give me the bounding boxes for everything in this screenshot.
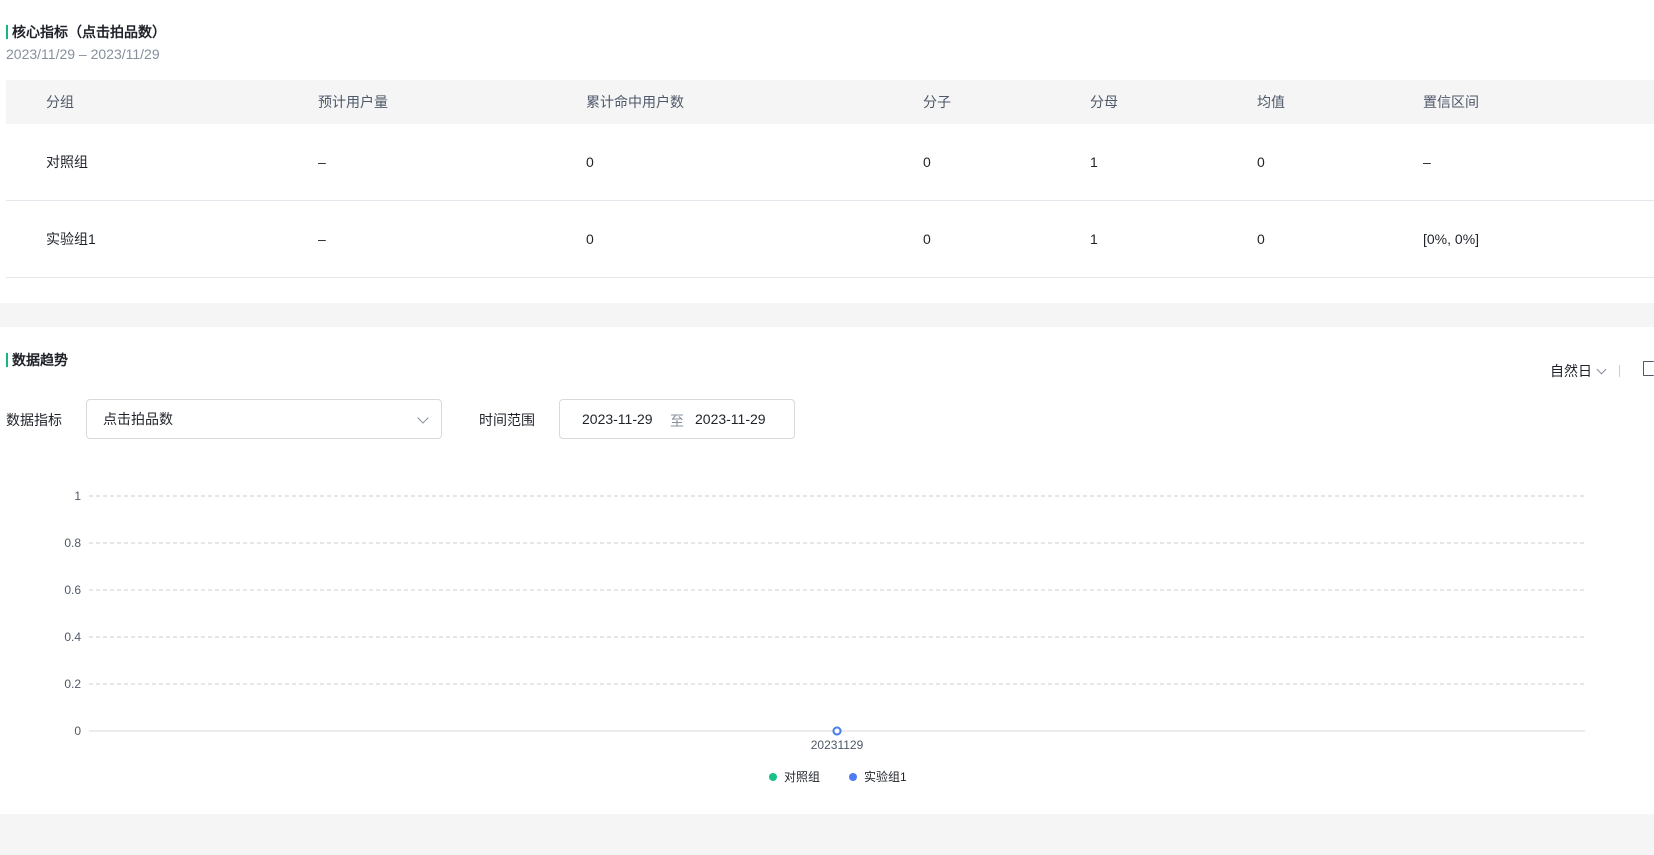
cell-numerator: 0: [923, 231, 931, 247]
range-separator: 至: [670, 413, 684, 429]
cell-confidence-interval: –: [1423, 154, 1431, 170]
date-range-picker[interactable]: 2023-11-29 至 2023-11-29: [559, 399, 795, 439]
experiment-report-page: 核心指标（点击拍品数） 2023/11/29 – 2023/11/29 分组 预…: [0, 0, 1654, 855]
cell-confidence-interval: [0%, 0%]: [1423, 231, 1480, 247]
column-header-denominator: 分母: [1090, 94, 1118, 110]
cell-mean: 0: [1257, 154, 1265, 170]
metric-filter-label: 数据指标: [6, 412, 62, 428]
cell-mean: 0: [1257, 231, 1265, 247]
column-header-expected-users: 预计用户量: [318, 94, 388, 110]
cell-expected-users: –: [318, 231, 326, 247]
export-icon[interactable]: [1643, 361, 1654, 376]
trend-line-chart: 1 0.8 0.6 0.4 0.2 0 20231129 对照组 实验组1: [64, 489, 1585, 784]
granularity-value: 自然日: [1550, 363, 1592, 379]
cell-expected-users: –: [318, 154, 326, 170]
title-accent-bar: [6, 25, 8, 39]
series-point-experiment: [832, 726, 842, 736]
y-tick-label: 0.2: [64, 677, 81, 691]
metric-select[interactable]: 点击拍品数: [86, 399, 442, 439]
trend-title: 数据趋势: [6, 350, 68, 370]
column-header-confidence-interval: 置信区间: [1423, 94, 1479, 110]
column-header-hit-users: 累计命中用户数: [586, 94, 684, 110]
core-metrics-title-text: 核心指标（点击拍品数）: [12, 24, 166, 40]
y-tick-label: 0.8: [64, 536, 81, 550]
column-header-mean: 均值: [1257, 94, 1285, 110]
cell-denominator: 1: [1090, 154, 1098, 170]
table-row: 对照组 – 0 0 1 0 –: [6, 124, 1654, 201]
title-accent-bar: [6, 353, 8, 367]
column-header-numerator: 分子: [923, 94, 951, 110]
cell-group: 实验组1: [46, 231, 96, 247]
chevron-down-icon: [417, 412, 429, 424]
chevron-down-icon: [1596, 364, 1607, 374]
y-tick-label: 0.4: [64, 630, 81, 644]
metric-select-value: 点击拍品数: [103, 411, 173, 427]
y-tick-label: 0: [74, 724, 81, 738]
cell-hit-users: 0: [586, 231, 594, 247]
cell-hit-users: 0: [586, 154, 594, 170]
cell-numerator: 0: [923, 154, 931, 170]
y-tick-label: 0.6: [64, 583, 81, 597]
legend-label: 对照组: [784, 770, 820, 784]
toolbar-divider: [1619, 365, 1620, 377]
core-metrics-date-range: 2023/11/29 – 2023/11/29: [6, 46, 160, 62]
page-footer-band: [0, 814, 1654, 855]
section-divider: [0, 303, 1654, 327]
cell-group: 对照组: [46, 154, 88, 170]
time-range-label: 时间范围: [479, 412, 535, 428]
y-tick-label: 1: [74, 489, 81, 503]
granularity-select[interactable]: 自然日: [1550, 361, 1620, 381]
range-start-date[interactable]: 2023-11-29: [582, 411, 653, 427]
core-metrics-title: 核心指标（点击拍品数）: [6, 22, 166, 42]
column-header-group: 分组: [46, 94, 74, 110]
range-end-date[interactable]: 2023-11-29: [695, 411, 766, 427]
cell-denominator: 1: [1090, 231, 1098, 247]
trend-title-text: 数据趋势: [12, 352, 68, 368]
legend-marker: [769, 773, 777, 781]
core-metrics-table: 分组 预计用户量 累计命中用户数 分子 分母 均值 置信区间 对照组 – 0 0…: [6, 80, 1654, 278]
table-row: 实验组1 – 0 0 1 0 [0%, 0%]: [6, 201, 1654, 278]
table-header: 分组 预计用户量 累计命中用户数 分子 分母 均值 置信区间: [6, 80, 1654, 124]
x-tick-label: 20231129: [811, 738, 864, 752]
legend-label: 实验组1: [864, 769, 907, 784]
legend-marker: [849, 773, 857, 781]
